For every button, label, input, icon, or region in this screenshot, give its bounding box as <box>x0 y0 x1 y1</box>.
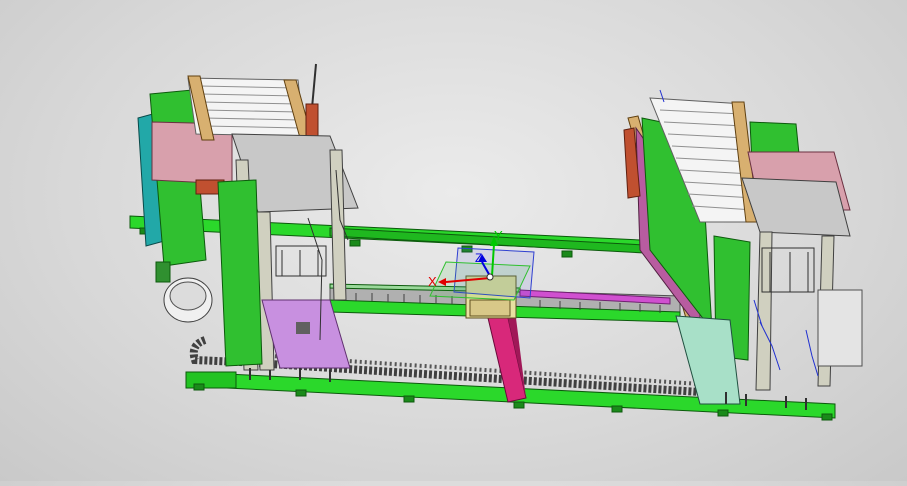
right-mechanism <box>761 247 815 293</box>
origin-point <box>486 273 494 281</box>
cad-3d-viewport[interactable]: X Y Z <box>0 0 907 481</box>
left-station[interactable] <box>137 63 359 382</box>
right-station[interactable] <box>623 89 863 410</box>
x-axis-label: X <box>428 274 437 289</box>
z-axis-label: Z <box>475 251 482 265</box>
machine-assembly-model[interactable]: X Y Z <box>0 0 907 481</box>
left-antenna <box>311 63 317 109</box>
y-axis-label: Y <box>494 228 503 243</box>
right-platform <box>741 177 851 237</box>
left-green-door <box>217 179 263 367</box>
